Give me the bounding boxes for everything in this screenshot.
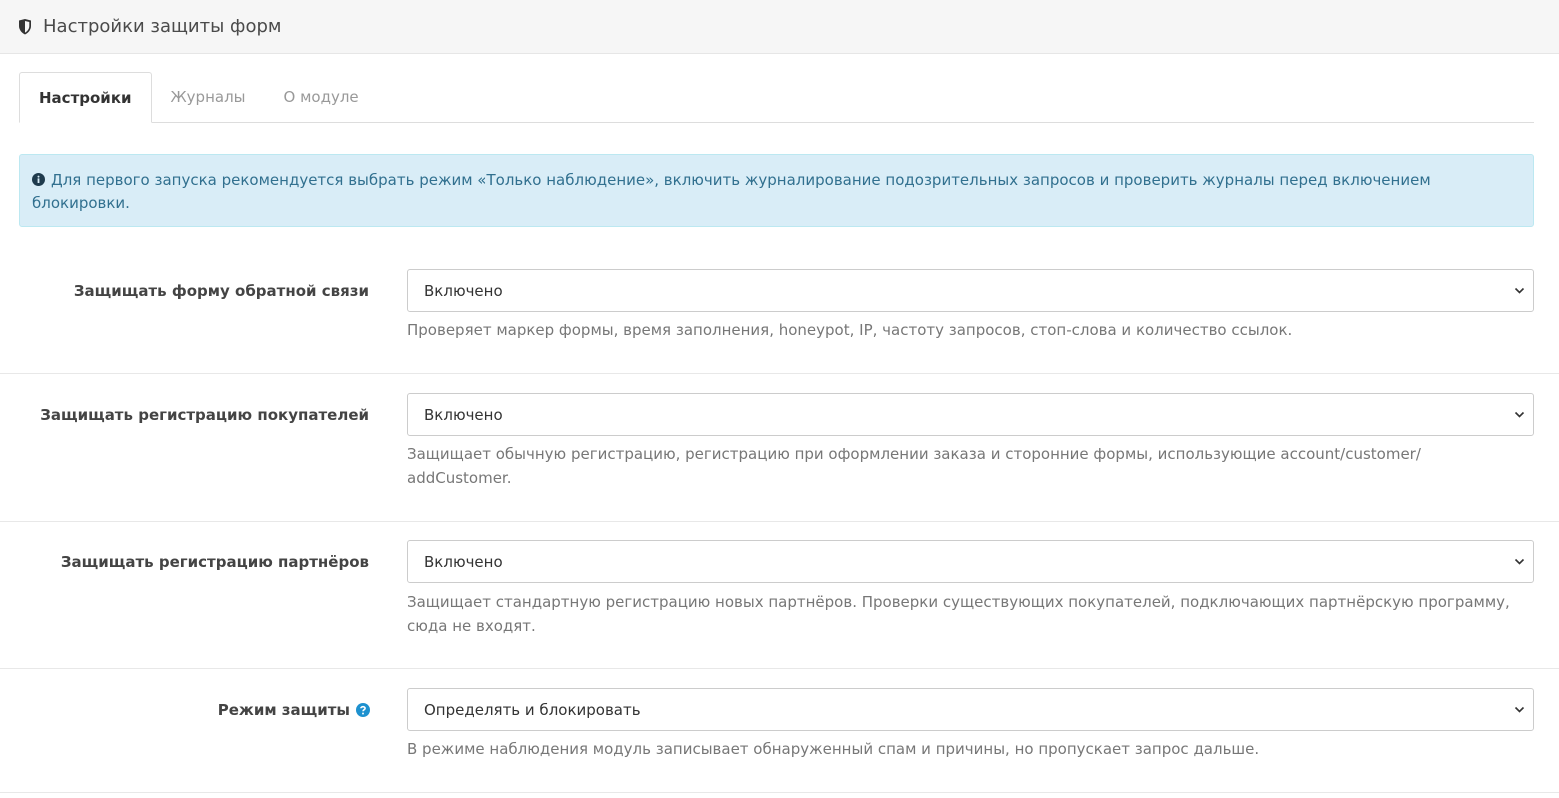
affiliate-select[interactable]: Включено: [407, 540, 1534, 583]
panel-heading: Настройки защиты форм: [0, 0, 1559, 54]
tab-about[interactable]: О модуле: [265, 72, 378, 122]
customer-select-value: Включено: [424, 405, 503, 424]
tab-settings[interactable]: Настройки: [19, 72, 152, 123]
info-alert: Для первого запуска рекомендуется выбрат…: [19, 154, 1534, 227]
contact-select[interactable]: Включено: [407, 269, 1534, 312]
customer-help: Защищает обычную регистрацию, регистраци…: [407, 445, 1421, 487]
mode-label: Режим защиты: [217, 701, 350, 719]
mode-select-value: Определять и блокировать: [424, 700, 641, 719]
contact-select-value: Включено: [424, 281, 503, 300]
affiliate-select-value: Включено: [424, 552, 503, 571]
chevron-down-icon: [1514, 285, 1525, 296]
chevron-down-icon: [1514, 556, 1525, 567]
shield-icon: [18, 18, 32, 35]
form-row-contact: Защищать форму обратной связи Включено П…: [0, 248, 1559, 374]
mode-help: В режиме наблюдения модуль записывает об…: [407, 740, 1260, 758]
contact-label: Защищать форму обратной связи: [73, 282, 369, 300]
form-row-customer: Защищать регистрацию покупателей Включен…: [0, 374, 1559, 522]
form-row-mode: Режим защиты Определять и блокировать В …: [0, 669, 1559, 793]
tab-logs[interactable]: Журналы: [152, 72, 265, 122]
mode-select[interactable]: Определять и блокировать: [407, 688, 1534, 731]
chevron-down-icon: [1514, 409, 1525, 420]
customer-label: Защищать регистрацию покупателей: [40, 406, 369, 424]
alert-text: Для первого запуска рекомендуется выбрат…: [32, 171, 1431, 212]
panel-body: Настройки Журналы О модуле Для первого з…: [0, 54, 1559, 227]
tab-bar: Настройки Журналы О модуле: [19, 72, 1534, 123]
customer-select[interactable]: Включено: [407, 393, 1534, 436]
affiliate-label: Защищать регистрацию партнёров: [60, 553, 369, 571]
question-circle-icon[interactable]: [356, 703, 370, 717]
mode-label-wrap: Режим защиты: [218, 701, 370, 719]
form-row-affiliate: Защищать регистрацию партнёров Включено …: [0, 522, 1559, 669]
contact-help: Проверяет маркер формы, время заполнения…: [407, 321, 1293, 339]
chevron-down-icon: [1514, 704, 1525, 715]
affiliate-help: Защищает стандартную регистрацию новых п…: [407, 593, 1510, 635]
info-circle-icon: [32, 173, 45, 186]
page-title: Настройки защиты форм: [43, 16, 282, 37]
